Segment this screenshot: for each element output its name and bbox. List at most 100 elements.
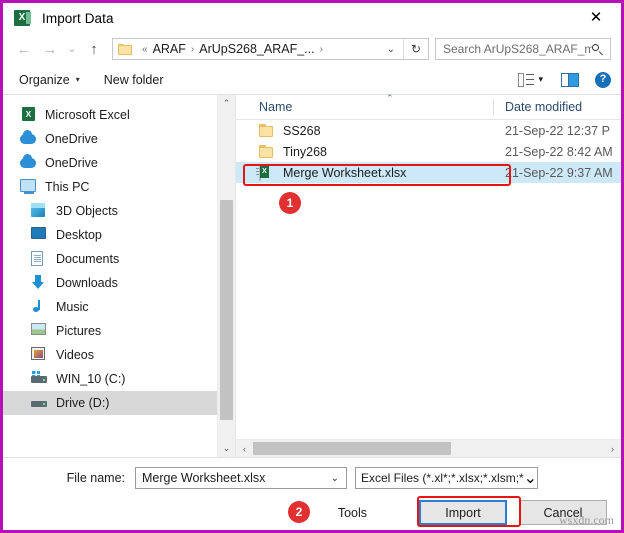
breadcrumb-overflow[interactable]: « [142,44,148,55]
excel-icon: X [14,10,31,26]
breadcrumb-item-1[interactable]: ArUpS268_ARAF_... [199,42,314,56]
drive-icon [31,395,47,407]
sidebar-item-label: Videos [56,348,94,362]
view-dropdown-icon[interactable]: ▾ [538,74,543,85]
sidebar-item-pictures[interactable]: Pictures [3,319,217,343]
watermark: wsxdn.com [559,513,614,527]
new-folder-label: New folder [103,72,164,87]
file-name-cell[interactable]: SS268 [236,120,494,141]
file-list-hscrollbar[interactable]: ‹ › [236,439,621,457]
dialog-buttons: Tools Import Cancel [17,500,607,525]
sidebar-item-videos[interactable]: Videos [3,343,217,367]
3d-objects-icon [31,203,45,217]
sidebar-item-label: Drive (D:) [56,396,110,410]
filename-value[interactable]: Merge Worksheet.xlsx [136,471,324,485]
onedrive-cloud-icon [20,130,36,144]
file-name-label: Tiny268 [283,144,328,159]
hscroll-track[interactable] [253,440,604,457]
breadcrumb-item-0[interactable]: ARAF [153,42,186,56]
dialog-content: X Microsoft Excel OneDrive OneDrive This PC 3… [3,93,621,458]
downloads-icon [31,275,49,291]
title-bar: X Import Data ✕ [3,3,621,33]
sidebar-item-label: Microsoft Excel [45,108,130,122]
sidebar-item-documents[interactable]: Documents [3,247,217,271]
callout-badge-1: 1 [279,192,301,214]
sidebar-item-label: OneDrive [45,132,98,146]
recent-locations-button[interactable]: ⌄ [63,36,81,62]
help-icon[interactable]: ? [595,71,611,88]
navigation-pane: X Microsoft Excel OneDrive OneDrive This PC 3… [3,95,236,457]
refresh-icon[interactable]: ↻ [404,42,428,56]
file-name-cell[interactable]: X Merge Worksheet.xlsx [236,162,494,183]
search-box[interactable]: Search ArUpS268_ARAF_merg... [435,38,611,60]
hscroll-right-icon[interactable]: › [604,440,621,457]
file-list-rows: SS268 21-Sep-22 12:37 P Tiny268 21-Sep-22 8… [236,120,621,439]
callout-badge-2: 2 [288,501,310,523]
import-button[interactable]: Import [419,500,507,525]
documents-icon [31,251,49,267]
sidebar-scrollbar[interactable]: ⌃ ⌄ [217,95,235,457]
sidebar-scroll-thumb[interactable] [220,200,233,420]
tools-button[interactable]: Tools [338,506,367,520]
column-header-name[interactable]: Name ⌃ [236,93,494,119]
sidebar-item-microsoft-excel[interactable]: X Microsoft Excel [3,103,217,127]
breadcrumb-separator-0: › [190,43,195,55]
this-pc-icon [20,179,36,194]
desktop-icon [31,227,49,243]
organize-button[interactable]: Organize ▾ [19,73,80,87]
sidebar-item-label: Pictures [56,324,102,338]
file-date-cell: 21-Sep-22 9:37 AM [494,162,621,183]
sidebar-item-drive-d[interactable]: Drive (D:) [3,391,217,415]
onedrive-cloud-icon [20,130,38,147]
new-folder-button[interactable]: New folder [104,73,164,87]
file-name-cell[interactable]: Tiny268 [236,141,494,162]
back-button[interactable]: ← [11,36,37,62]
hscroll-thumb[interactable] [253,442,451,455]
onedrive-cloud-icon [20,154,36,168]
file-name-label: SS268 [283,123,321,138]
sidebar-item-music[interactable]: Music [3,295,217,319]
pictures-icon [31,323,46,335]
excel-icon: X [20,107,38,123]
filetype-select[interactable]: Excel Files (*.xl*;*.xlsx;*.xlsm;*.x ⌄ [355,467,538,489]
preview-pane-icon[interactable] [561,72,579,87]
sidebar-item-downloads[interactable]: Downloads [3,271,217,295]
hscroll-left-icon[interactable]: ‹ [236,440,253,457]
search-input[interactable]: Search ArUpS268_ARAF_merg... [443,42,592,56]
column-header-date[interactable]: Date modified [494,100,621,114]
forward-button[interactable]: → [37,36,63,62]
filename-label: File name: [66,471,125,485]
filename-input[interactable]: Merge Worksheet.xlsx ⌄ [135,467,347,489]
filetype-value[interactable]: Excel Files (*.xl*;*.xlsx;*.xlsm;*.x [356,471,524,485]
downloads-icon [31,275,45,290]
chevron-down-icon[interactable]: ⌄ [324,473,346,484]
scroll-up-icon[interactable]: ⌃ [218,95,235,112]
sidebar-scroll-track[interactable] [218,112,235,440]
onedrive-cloud-icon [20,154,38,171]
sidebar-item-this-pc[interactable]: This PC [3,175,217,199]
sidebar-item-label: 3D Objects [56,204,118,218]
sidebar-item-label: This PC [45,180,90,194]
view-list-icon[interactable] [518,72,535,87]
drive-icon [31,395,49,411]
close-icon[interactable]: ✕ [575,3,617,31]
sidebar-item-onedrive[interactable]: OneDrive [3,151,217,175]
documents-icon [31,251,43,266]
sidebar-item-3d-objects[interactable]: 3D Objects [3,199,217,223]
breadcrumb-separator-1: › [319,43,323,55]
table-row[interactable]: Tiny268 21-Sep-22 8:42 AM [236,141,621,162]
chevron-down-icon: ▾ [75,75,80,84]
sidebar-item-win-10-c[interactable]: WIN_10 (C:) [3,367,217,391]
up-button[interactable]: ↑ [81,36,107,62]
table-row[interactable]: SS268 21-Sep-22 12:37 P [236,120,621,141]
sidebar-item-onedrive[interactable]: OneDrive [3,127,217,151]
command-bar-right: ▾ ? [518,71,611,88]
file-date-cell: 21-Sep-22 8:42 AM [505,144,613,159]
column-header-name-label: Name [259,100,293,114]
table-row[interactable]: X Merge Worksheet.xlsx 21-Sep-22 9:37 AM [236,162,621,183]
chevron-down-icon[interactable]: ⌄ [524,468,537,488]
scroll-down-icon[interactable]: ⌄ [218,440,235,457]
address-bar[interactable]: « ARAF › ArUpS268_ARAF_... › ⌄ ↻ [112,38,429,60]
address-dropdown-icon[interactable]: ⌄ [379,44,403,55]
sidebar-item-desktop[interactable]: Desktop [3,223,217,247]
